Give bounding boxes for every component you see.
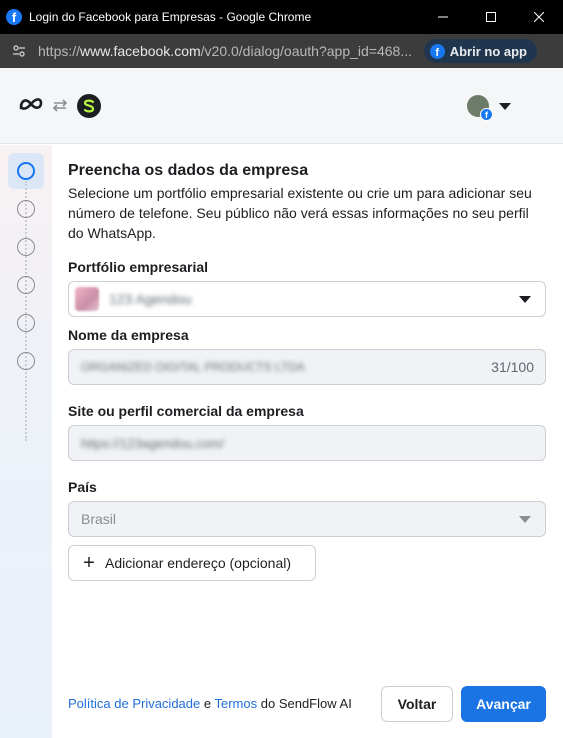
close-button[interactable] (515, 0, 563, 34)
footer-of-text: do SendFlow AI (260, 696, 352, 711)
open-in-app-label: Abrir no app (449, 43, 527, 59)
close-icon (534, 12, 544, 22)
portfolio-label: Portfólio empresarial (68, 259, 209, 275)
portfolio-select[interactable]: 123 Agendou (68, 281, 546, 317)
facebook-badge-icon: f (480, 108, 493, 121)
url-field[interactable]: https://www.facebook.com/v20.0/dialog/oa… (38, 43, 418, 59)
character-counter: 31/100 (491, 359, 534, 375)
address-bar: https://www.facebook.com/v20.0/dialog/oa… (0, 34, 563, 68)
page-title: Preencha os dados da empresa (68, 162, 309, 179)
facebook-favicon-icon: f (6, 9, 22, 25)
privacy-policy-link[interactable]: Política de Privacidade (68, 696, 200, 711)
step-2-indicator (17, 200, 35, 218)
maximize-icon (486, 12, 496, 22)
form-description: Selecione um portfólio empresarial exist… (68, 185, 532, 241)
page-header: f (0, 68, 563, 144)
footer-legal-text: Política de Privacidade e Termos do Send… (68, 696, 352, 711)
step-3-indicator (17, 238, 35, 256)
country-select[interactable]: Brasil (68, 501, 546, 537)
browser-window: f Login do Facebook para Empresas - Goog… (0, 0, 563, 738)
website-label: Site ou perfil comercial da empresa (68, 403, 304, 419)
step-1-indicator (17, 162, 35, 180)
chevron-down-icon (519, 516, 531, 523)
minimize-icon (438, 16, 448, 18)
maximize-button[interactable] (467, 0, 515, 34)
company-name-field[interactable]: ORGANIZED DIGITAL PRODUCTS LTDA 31/100 (68, 349, 546, 385)
open-in-app-button[interactable]: f Abrir no app (423, 39, 537, 63)
footer-and-text: e (203, 696, 212, 711)
chevron-down-icon (519, 296, 531, 303)
step-4-indicator (17, 276, 35, 294)
url-prefix: https:// (38, 43, 81, 59)
url-domain: www.facebook.com (80, 43, 201, 59)
next-button[interactable]: Avançar (461, 686, 546, 722)
company-name-value: ORGANIZED DIGITAL PRODUCTS LTDA (81, 360, 305, 374)
meta-logo-icon (19, 98, 43, 110)
account-menu-chevron-down-icon[interactable] (499, 103, 511, 110)
terms-link[interactable]: Termos (215, 696, 258, 711)
url-path: /v20.0/dialog/oauth?app_id=468... (200, 43, 412, 59)
minimize-button[interactable] (419, 0, 467, 34)
swap-arrows-icon (52, 99, 68, 112)
stepper-connector-line (25, 181, 27, 441)
window-title: Login do Facebook para Empresas - Google… (29, 10, 312, 24)
back-button[interactable]: Voltar (381, 686, 453, 722)
progress-stepper (0, 145, 52, 738)
add-address-label: Adicionar endereço (opcional) (105, 555, 291, 571)
add-address-button[interactable]: + Adicionar endereço (opcional) (68, 545, 316, 581)
sendflow-app-logo-icon (77, 94, 101, 118)
title-bar: f Login do Facebook para Empresas - Goog… (0, 0, 563, 34)
site-settings-icon[interactable] (12, 44, 26, 58)
plus-icon: + (83, 552, 95, 574)
website-field[interactable]: https://123agendou.com/ (68, 425, 546, 461)
country-value: Brasil (81, 511, 117, 527)
website-value: https://123agendou.com/ (81, 435, 225, 451)
portfolio-thumbnail (75, 287, 99, 311)
window-controls (419, 0, 563, 34)
user-avatar[interactable]: f (467, 95, 493, 121)
country-label: País (68, 479, 97, 495)
company-name-label: Nome da empresa (68, 327, 189, 343)
portfolio-value: 123 Agendou (109, 291, 192, 307)
sendflow-s-glyph (83, 99, 95, 113)
facebook-icon: f (429, 43, 445, 59)
step-6-indicator (17, 352, 35, 370)
form-header: Preencha os dados da empresa Selecione u… (68, 160, 546, 243)
step-5-indicator (17, 314, 35, 332)
